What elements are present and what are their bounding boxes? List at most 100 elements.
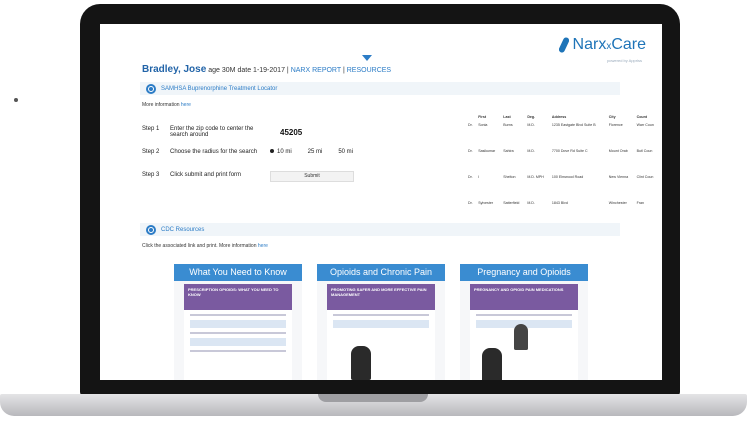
laptop-notch [318,394,428,402]
background-dot [14,98,18,102]
column-header: Address [551,115,567,119]
poster-line [476,314,572,316]
figure-icon [351,346,371,380]
poster-headline: PRESCRIPTION OPIOIDS: WHAT YOU NEED TO K… [184,284,292,310]
table-cell: I [478,175,480,179]
step-number: Step 3 [142,172,160,178]
step-1: Step 1 Enter the zip code to center the s… [142,126,270,138]
table-cell: 1235 Eastgate Blvd Suite B [551,123,596,127]
resource-card-pregnancy[interactable]: Pregnancy and Opioids PREGNANCY AND OPIO… [460,264,588,380]
screen: NarxxCare powered by Appriss Bradley, Jo… [100,24,662,380]
table-row: Dr. Sonia Burns M.D. 1235 Eastgate Blvd … [466,122,660,148]
pill-bottle-icon [514,324,528,350]
table-cell: New Vienna [608,175,629,179]
poster-line [333,314,429,316]
radio-selected-icon [270,149,274,154]
table-cell: 7700 Dove Rd Suite C [551,149,588,153]
date-label: date [237,67,252,74]
zip-input[interactable]: 45205 [280,128,302,137]
table-cell: Butl Coun [636,149,653,153]
table-cell: Sahira [503,149,514,153]
nav-separator: | [286,67,289,74]
figure-icon [482,348,502,380]
resources-link[interactable]: RESOURCES [347,67,391,74]
table-cell: Clint Coun [636,175,654,179]
table-cell: Dr. [468,175,473,179]
step-text: Click submit and print form [170,172,242,178]
provider-table: First Last Deg. Address City Count Dr. S… [466,112,660,226]
logo-text: Narx [572,36,607,53]
column-header: First [478,115,487,119]
nav-indicator-icon [362,55,372,61]
more-info-link[interactable]: here [181,102,191,108]
poster-line [190,314,286,316]
table-cell: Burns [503,123,513,127]
more-info-text: More information [142,102,180,108]
step-text: Enter the zip code to center the search … [170,126,254,138]
poster-headline: PROMOTING SAFER AND MORE EFFECTIVE PAIN … [327,284,435,310]
radius-option-25[interactable]: 25 mi [308,149,323,155]
table-cell: Mount Orab [608,149,628,153]
table-row: Dr. Sasikumar Sahira M.D. 7700 Dove Rd S… [466,148,660,174]
poster-thumbnail[interactable]: PRESCRIPTION OPIOIDS: WHAT YOU NEED TO K… [184,284,292,380]
table-cell: Florence [608,123,623,127]
logo-text-end: Care [611,36,646,53]
radius-option-10[interactable]: 10 mi [270,149,292,155]
card-title[interactable]: What You Need to Know [174,264,302,281]
table-header-row: First Last Deg. Address City Count [466,112,660,122]
section-icon [146,224,156,235]
table-cell: M.D. [527,123,535,127]
step-text: Choose the radius for the search [170,149,258,155]
table-cell: M.D. [527,149,535,153]
table-cell: 100 Elmwood Road [551,175,584,179]
poster-thumbnail[interactable]: PROMOTING SAFER AND MORE EFFECTIVE PAIN … [327,284,435,380]
samhsa-title: SAMHSA Buprenorphine Treatment Locator [161,85,278,92]
table-cell: Dr. [468,149,473,153]
column-header: City [608,115,616,119]
table-cell: Sasikumar [478,149,496,153]
step-2: Step 2 Choose the radius for the search [142,149,270,155]
cdc-title: CDC Resources [161,226,205,233]
age-value: 30M [221,67,236,74]
column-header: Deg. [527,115,536,119]
section-icon [146,83,156,94]
cdc-instruction: Click the associated link and print. Mor… [142,243,268,249]
cdc-instruction-text: Click the associated link and print. Mor… [142,243,257,249]
table-cell: Fran [636,201,644,205]
radius-option-50[interactable]: 50 mi [338,149,353,155]
patient-name: Bradley, Jose [142,64,207,75]
narx-report-link[interactable]: NARX REPORT [291,67,341,74]
samhsa-section-header[interactable]: SAMHSA Buprenorphine Treatment Locator [140,82,620,95]
submit-button[interactable]: Submit [270,171,354,182]
column-header: Count [636,115,647,119]
card-title[interactable]: Opioids and Chronic Pain [317,264,445,281]
logo-tagline: powered by Appriss [607,58,642,63]
table-row: Dr. I Shelton M.D. MPH 100 Elmwood Road … [466,174,660,200]
poster-thumbnail[interactable]: PREGNANCY AND OPIOID PAIN MEDICATIONS [470,284,578,380]
poster-block [190,338,286,346]
patient-header: Bradley, Jose age 30M date 1-19-2017 | N… [142,64,391,75]
column-header: Last [503,115,511,119]
step-number: Step 1 [142,126,160,132]
poster-headline: PREGNANCY AND OPIOID PAIN MEDICATIONS [470,284,578,310]
poster-line [190,350,286,352]
nav-separator: | [342,67,345,74]
cdc-section-header[interactable]: CDC Resources [140,223,620,236]
table-cell: Dr. [468,123,473,127]
cdc-more-link[interactable]: here [258,243,268,249]
column-header [466,112,476,122]
resource-card-what-you-need[interactable]: What You Need to Know PRESCRIPTION OPIOI… [174,264,302,380]
more-info-line: More information here [142,102,191,108]
step-number: Step 2 [142,149,160,155]
table-cell: Shelton [503,175,516,179]
card-title[interactable]: Pregnancy and Opioids [460,264,588,281]
table-cell: M.D. MPH [527,175,544,179]
poster-line [190,332,286,334]
table-cell: Sonia [478,123,488,127]
poster-block [190,320,286,328]
resource-card-chronic-pain[interactable]: Opioids and Chronic Pain PROMOTING SAFER… [317,264,445,380]
poster-block [333,320,429,328]
narxcare-logo[interactable]: NarxxCare [558,36,646,54]
step-3: Step 3 Click submit and print form [142,172,270,178]
date-value: 1-19-2017 [253,67,285,74]
